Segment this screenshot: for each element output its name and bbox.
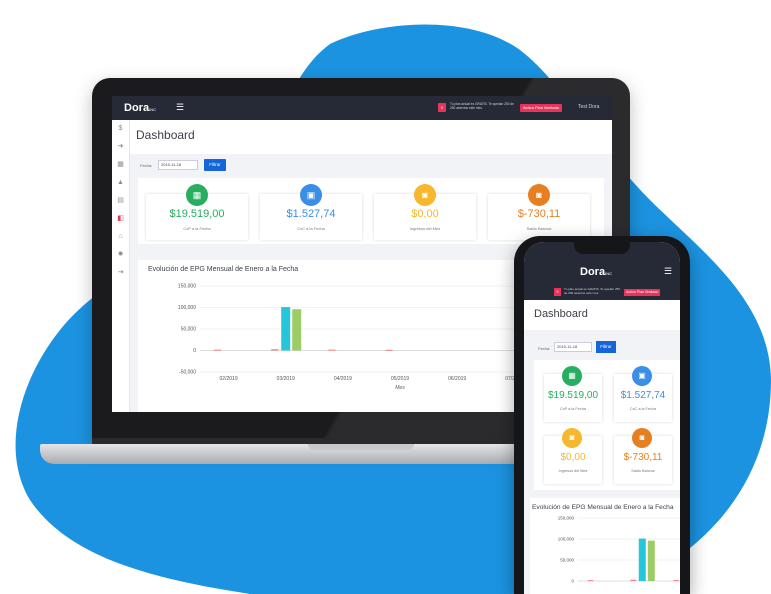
epg-bar-chart: 150,000100,00050,0000-50,000 — [558, 516, 680, 584]
kpi-label: CxP a la Fecha — [560, 407, 586, 411]
settings-icon[interactable]: ✹ — [116, 250, 125, 259]
page-title: Dashboard — [534, 308, 588, 320]
laptop-notch — [308, 444, 414, 450]
money-icon: ◙ — [414, 184, 436, 206]
phone-screen: DoraINC ☰ !! Tu plan actual es GRATIS. T… — [524, 242, 680, 594]
hamburger-menu-icon[interactable]: ☰ — [176, 102, 184, 113]
y-tick-label: 0 — [571, 579, 574, 584]
calculator-icon[interactable]: ▦ — [116, 160, 125, 169]
chart-bar — [271, 349, 279, 351]
warning-icon[interactable]: ▲ — [116, 178, 125, 187]
kpi-card-cxc: ▣ $1.527,74 CxC a la Fecha — [260, 184, 362, 240]
upgrade-plan-button[interactable]: Activa Plan Ilimitado — [624, 289, 661, 296]
user-menu[interactable]: Test Dora — [578, 104, 599, 110]
x-tick-label: 04/2019 — [334, 376, 352, 382]
x-tick-label: 06/2019 — [448, 376, 466, 382]
kpi-label: CxC a la Fecha — [297, 226, 325, 231]
date-input[interactable]: 2019-11-18 — [158, 160, 198, 170]
archive-icon: ▣ — [632, 366, 652, 386]
x-tick-label: 05/2019 — [391, 376, 409, 382]
kpi-value: $19.519,00 — [169, 208, 225, 220]
filter-button[interactable]: Filtrar — [596, 341, 616, 353]
app-logo[interactable]: DoraINC — [124, 102, 156, 114]
table-icon: ▦ — [186, 184, 208, 206]
chart-title: Evolución de EPG Mensual de Enero a la F… — [148, 266, 299, 273]
kpi-card-saldo: ◙ $-730,11 Saldo Bancos — [614, 428, 672, 484]
plan-notice-badge: !! — [554, 288, 561, 296]
file-icon[interactable]: ▤ — [116, 196, 125, 205]
chart-bar — [630, 579, 637, 581]
money-icon: ◙ — [562, 428, 582, 448]
y-tick-label: 100,000 — [178, 305, 196, 311]
chart-bar — [638, 538, 646, 581]
y-tick-label: 50,000 — [181, 327, 197, 333]
kpi-value: $1.527,74 — [286, 208, 336, 220]
kpi-card-saldo: ◙ $-730,11 Saldo Bancos — [488, 184, 590, 240]
kpi-cards: ▦ $19.519,00 CxP a la Fecha ▣ $1.527,74 … — [534, 360, 680, 490]
plan-notice-text: Tu plan actual es GRATIS. Te quedan 250 … — [564, 287, 620, 295]
date-input[interactable]: 2019-11-18 — [554, 342, 592, 352]
chart-title: Evolución de EPG Mensual de Enero a la F… — [532, 504, 674, 511]
plan-notice-badge: !! — [438, 103, 446, 112]
x-tick-label: 02/2019 — [220, 376, 238, 382]
sidebar: $ ➜ ▦ ▲ ▤ ◧ ⌂ ✹ ⇥ — [112, 120, 130, 412]
kpi-label: CxC a la Fecha — [629, 407, 657, 411]
x-axis-label: Mes — [395, 385, 405, 391]
kpi-label: Saldo Bancos — [526, 226, 552, 231]
date-filter-label: Fecha: — [140, 163, 153, 168]
kpi-card-cxc: ▣ $1.527,74 CxC a la Fecha — [614, 366, 672, 422]
kpi-label: Ingresos del Mes — [409, 226, 441, 231]
chart-bar — [281, 307, 291, 351]
kpi-value: $-730,11 — [517, 208, 561, 220]
y-tick-label: 0 — [193, 348, 196, 354]
y-tick-label: -50,000 — [179, 370, 196, 376]
page-header: Dashboard — [130, 120, 612, 154]
kpi-value: $-730,11 — [623, 452, 663, 463]
chart-bar — [673, 580, 679, 582]
chart-bar — [647, 540, 655, 581]
y-tick-label: 150,000 — [558, 516, 575, 521]
archive-icon: ▣ — [300, 184, 322, 206]
money-icon: ◙ — [528, 184, 550, 206]
chart-bar — [587, 580, 594, 582]
kpi-value: $19.519,00 — [547, 390, 599, 401]
kpi-label: CxP a la Fecha — [183, 226, 211, 231]
kpi-label: Ingresos del Mes — [558, 469, 588, 473]
y-tick-label: 100,000 — [558, 537, 575, 542]
kpi-cards: ▦ $19.519,00 CxP a la Fecha ▣ $1.527,74 … — [138, 178, 604, 244]
plane-icon[interactable]: ➜ — [116, 142, 125, 151]
y-tick-label: 150,000 — [178, 284, 196, 290]
kpi-card-cxp: ▦ $19.519,00 CxP a la Fecha — [146, 184, 248, 240]
kpi-card-ingresos: ◙ $0,00 Ingresos del Mes — [544, 428, 602, 484]
kpi-card-cxp: ▦ $19.519,00 CxP a la Fecha — [544, 366, 602, 422]
kpi-label: Saldo Bancos — [631, 469, 655, 473]
plan-notice-text: Tu plan actual es GRATIS. Te quedan 250 … — [450, 102, 514, 110]
kpi-value: $1.527,74 — [620, 390, 666, 401]
hamburger-menu-icon[interactable]: ☰ — [664, 266, 672, 277]
bank-icon[interactable]: ⌂ — [116, 232, 125, 241]
upgrade-plan-button[interactable]: Activa Plan Ilimitado — [520, 104, 563, 112]
epg-chart-panel: Evolución de EPG Mensual de Enero a la F… — [530, 498, 680, 594]
x-tick-label: 03/2019 — [277, 376, 295, 382]
date-filter-label: Fecha: — [538, 346, 551, 351]
table-icon: ▦ — [562, 366, 582, 386]
report-icon[interactable]: ◧ — [116, 214, 125, 223]
kpi-card-ingresos: ◙ $0,00 Ingresos del Mes — [374, 184, 476, 240]
logout-icon[interactable]: ⇥ — [116, 268, 125, 277]
page-title: Dashboard — [136, 128, 195, 142]
app-logo[interactable]: DoraINC — [580, 266, 612, 278]
y-tick-label: 50,000 — [560, 558, 574, 563]
chart-bar — [213, 349, 222, 351]
chart-bar — [292, 309, 302, 351]
top-navbar: DoraINC ☰ !! Tu plan actual es GRATIS. T… — [112, 96, 612, 120]
chart-bar — [328, 349, 336, 351]
kpi-value: $0,00 — [411, 208, 439, 220]
money-icon: ◙ — [632, 428, 652, 448]
filter-button[interactable]: Filtrar — [204, 159, 226, 171]
kpi-value: $0,00 — [560, 452, 586, 463]
phone-notch — [574, 242, 630, 254]
dollar-icon[interactable]: $ — [116, 124, 125, 133]
chart-bar — [385, 349, 393, 351]
